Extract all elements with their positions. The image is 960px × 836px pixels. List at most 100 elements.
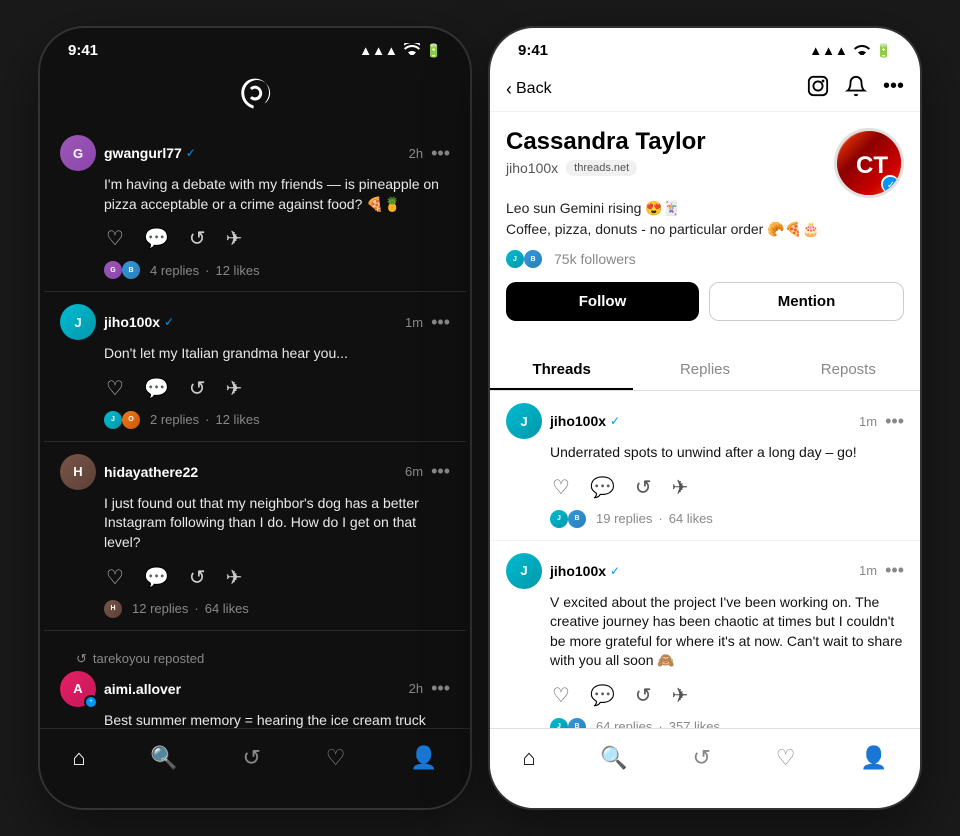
post-user-info[interactable]: A + aimi.allover — [60, 671, 181, 707]
stat-avatar: J — [104, 411, 122, 429]
like-button[interactable]: ♡ — [104, 374, 126, 403]
dot-separator: · — [658, 511, 662, 526]
avatar: J — [60, 304, 96, 340]
avatar: G — [60, 135, 96, 171]
post-user-info[interactable]: H hidayathere22 — [60, 454, 198, 490]
verified-icon: ✓ — [610, 414, 620, 428]
post-actions: ♡ 💬 ↺ ✈ — [104, 224, 450, 253]
post-user-info[interactable]: J jiho100x ✓ — [60, 304, 174, 340]
like-button[interactable]: ♡ — [104, 563, 126, 592]
mention-button[interactable]: Mention — [709, 282, 904, 321]
back-button[interactable]: ‹ Back — [506, 79, 552, 100]
status-bar-right: 9:41 ▲▲▲ 🔋 — [490, 28, 920, 67]
share-button[interactable]: ✈ — [224, 374, 245, 403]
replies-count: 19 replies — [596, 511, 652, 526]
post-time: 1m — [859, 563, 877, 578]
profile-info: Cassandra Taylor jiho100x threads.net CT… — [490, 112, 920, 349]
bottom-nav-left: ⌂ 🔍 ↺ ♡ 👤 — [40, 728, 470, 808]
stat-avatar: O — [122, 411, 140, 429]
comment-button[interactable]: 💬 — [588, 681, 617, 710]
repost-button[interactable]: ↺ — [187, 374, 208, 403]
tab-threads[interactable]: Threads — [490, 349, 633, 390]
comment-button[interactable]: 💬 — [142, 374, 171, 403]
signal-icon: ▲▲▲ — [359, 43, 398, 58]
nav-likes[interactable]: ♡ — [764, 741, 808, 775]
tab-replies[interactable]: Replies — [633, 349, 776, 390]
share-button[interactable]: ✈ — [224, 563, 245, 592]
nav-compose[interactable]: ↺ — [231, 741, 273, 775]
instagram-icon[interactable] — [807, 75, 829, 103]
repost-button[interactable]: ↺ — [633, 681, 654, 710]
comment-button[interactable]: 💬 — [142, 224, 171, 253]
profile-header-icons: ••• — [807, 75, 904, 103]
post-user-info[interactable]: J jiho100x ✓ — [506, 403, 620, 439]
wifi-icon — [404, 43, 420, 58]
repost-button[interactable]: ↺ — [187, 224, 208, 253]
followers-text: 75k followers — [554, 251, 636, 267]
post-content: I'm having a debate with my friends — is… — [104, 175, 450, 214]
stat-avatars: H — [104, 600, 122, 618]
post-user-info[interactable]: J jiho100x ✓ — [506, 553, 620, 589]
dot-separator: · — [205, 263, 209, 278]
dot-separator: · — [205, 412, 209, 427]
post-actions: ♡ 💬 ↺ ✈ — [104, 563, 450, 592]
more-options-button[interactable]: ••• — [431, 461, 450, 482]
replies-count: 12 replies — [132, 601, 188, 616]
like-button[interactable]: ♡ — [550, 681, 572, 710]
more-options-button[interactable]: ••• — [885, 411, 904, 432]
post-header-right: 2h ••• — [409, 678, 450, 699]
nav-profile[interactable]: 👤 — [398, 741, 449, 775]
nav-profile[interactable]: 👤 — [848, 741, 899, 775]
post-time: 2h — [409, 146, 423, 161]
profile-handle-row: jiho100x threads.net — [506, 160, 706, 176]
profile-handle: jiho100x — [506, 160, 558, 176]
post-header: J jiho100x ✓ 1m ••• — [506, 553, 904, 589]
share-button[interactable]: ✈ — [670, 681, 691, 710]
share-button[interactable]: ✈ — [670, 473, 691, 502]
signal-icon: ▲▲▲ — [809, 43, 848, 58]
like-button[interactable]: ♡ — [550, 473, 572, 502]
post-user-info[interactable]: G gwangurl77 ✓ — [60, 135, 196, 171]
nav-likes[interactable]: ♡ — [314, 741, 358, 775]
tab-reposts[interactable]: Reposts — [777, 349, 920, 390]
avatar: H — [60, 454, 96, 490]
nav-home[interactable]: ⌂ — [60, 741, 97, 775]
bell-icon[interactable] — [845, 75, 867, 103]
comment-button[interactable]: 💬 — [142, 563, 171, 592]
more-options-button[interactable]: ••• — [885, 560, 904, 581]
verified-icon: ✓ — [186, 146, 196, 160]
more-options-button[interactable]: ••• — [431, 143, 450, 164]
post-header: J jiho100x ✓ 1m ••• — [506, 403, 904, 439]
username: jiho100x — [104, 314, 160, 330]
repost-button[interactable]: ↺ — [187, 563, 208, 592]
stat-avatar: G — [104, 261, 122, 279]
share-button[interactable]: ✈ — [224, 224, 245, 253]
repost-label: tarekoyou reposted — [93, 651, 204, 666]
more-options-button[interactable]: ••• — [431, 312, 450, 333]
post-header: G gwangurl77 ✓ 2h ••• — [60, 135, 450, 171]
post-header-right: 1m ••• — [405, 312, 450, 333]
more-options-icon[interactable]: ••• — [883, 75, 904, 103]
post-item: H hidayathere22 6m ••• I just found out … — [44, 442, 466, 631]
nav-compose[interactable]: ↺ — [681, 741, 723, 775]
profile-buttons: Follow Mention — [506, 282, 904, 321]
nav-home[interactable]: ⌂ — [510, 741, 547, 775]
comment-button[interactable]: 💬 — [588, 473, 617, 502]
back-label: Back — [516, 80, 552, 98]
post-stats: J O 2 replies · 12 likes — [104, 411, 450, 429]
post-header-right: 6m ••• — [405, 461, 450, 482]
status-bar-left: 9:41 ▲▲▲ 🔋 — [40, 28, 470, 67]
stat-avatar: B — [122, 261, 140, 279]
nav-search[interactable]: 🔍 — [138, 741, 189, 775]
follow-button[interactable]: Follow — [506, 282, 699, 321]
like-button[interactable]: ♡ — [104, 224, 126, 253]
post-time: 6m — [405, 464, 423, 479]
post-stats: H 12 replies · 64 likes — [104, 600, 450, 618]
likes-count: 64 likes — [205, 601, 249, 616]
stat-avatars: J B — [550, 510, 586, 528]
username-row: jiho100x ✓ — [550, 563, 620, 579]
nav-search[interactable]: 🔍 — [588, 741, 639, 775]
more-options-button[interactable]: ••• — [431, 678, 450, 699]
repost-button[interactable]: ↺ — [633, 473, 654, 502]
replies-count: 4 replies — [150, 263, 199, 278]
